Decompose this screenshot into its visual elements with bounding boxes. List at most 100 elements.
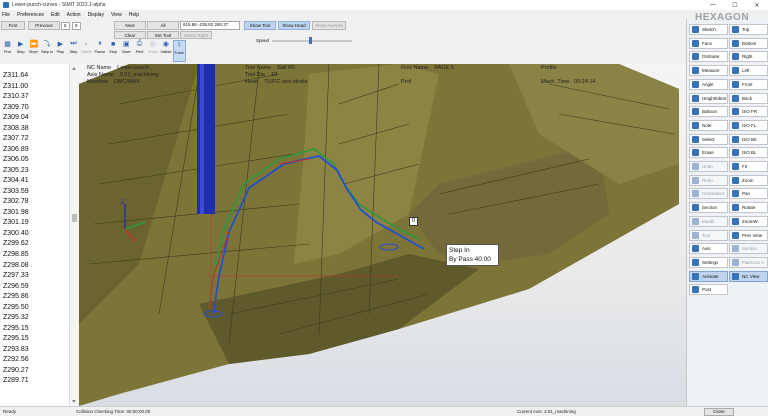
- list-item[interactable]: Z301.98: [3, 209, 29, 216]
- tool-step-in-button[interactable]: ⤵ Step In: [41, 40, 54, 62]
- list-item[interactable]: Z306.89: [3, 146, 29, 153]
- list-item[interactable]: Z311.64: [3, 72, 28, 79]
- tool-save-button[interactable]: ▣ Save: [120, 40, 133, 62]
- close-window-button[interactable]: ✕: [746, 0, 768, 10]
- show-head-button[interactable]: Show Head: [278, 21, 310, 30]
- speed-slider-thumb[interactable]: [308, 37, 312, 44]
- left-view-button[interactable]: Left: [729, 65, 768, 77]
- show-axes-button[interactable]: Show Axes/Hi: [312, 21, 346, 30]
- tool-print-button[interactable]: ⎙ Print: [133, 40, 146, 62]
- list-item[interactable]: Z299.62: [3, 240, 29, 247]
- ordinate-button[interactable]: Ordinate: [689, 51, 728, 63]
- list-item[interactable]: Z308.38: [3, 125, 29, 132]
- tool-pause-button[interactable]: ⏸ Pause: [93, 40, 106, 62]
- prev-view-button[interactable]: Prev View: [729, 229, 768, 241]
- menu-view[interactable]: View: [111, 11, 122, 19]
- list-item[interactable]: Z296.59: [3, 283, 29, 290]
- list-item[interactable]: Z295.15: [3, 325, 29, 332]
- list-item[interactable]: Z300.40: [3, 230, 29, 237]
- right-view-button[interactable]: Right: [729, 51, 768, 63]
- menu-help[interactable]: Help: [129, 11, 139, 19]
- next-button[interactable]: Next: [114, 21, 146, 30]
- menu-display[interactable]: Display: [88, 11, 104, 19]
- list-item[interactable]: Z295.86: [3, 293, 29, 300]
- section-button[interactable]: Section: [689, 202, 728, 214]
- scroll-down-icon[interactable]: [72, 400, 76, 403]
- set-tool-button[interactable]: Set Tool: [147, 31, 179, 39]
- tool-trace-button[interactable]: ⌇ Trace: [172, 40, 186, 62]
- bottom-view-button[interactable]: Bottom: [729, 37, 768, 49]
- tool-play-button[interactable]: ▶ Play: [54, 40, 67, 62]
- list-item[interactable]: Z301.19: [3, 219, 29, 226]
- erase-button[interactable]: Erase: [689, 147, 728, 159]
- step-value-field[interactable]: 6: [61, 22, 70, 30]
- scroll-up-icon[interactable]: [72, 67, 76, 70]
- list-item[interactable]: Z297.33: [3, 272, 29, 279]
- maximize-button[interactable]: ☐: [724, 0, 746, 10]
- list-item[interactable]: Z289.71: [3, 377, 29, 384]
- previous-button[interactable]: Previous: [28, 21, 60, 30]
- section-view-button[interactable]: Section: [729, 243, 768, 255]
- close-button[interactable]: Close: [704, 408, 734, 416]
- first-button[interactable]: First: [1, 21, 25, 30]
- rotate-button[interactable]: Rotate: [729, 202, 768, 214]
- tool-show-button[interactable]: ◎ Show: [146, 40, 159, 62]
- iso-fr-button[interactable]: ISO FR: [729, 106, 768, 118]
- tool-visible-button[interactable]: ◉ Visible: [159, 40, 172, 62]
- nc-view-button[interactable]: NC View: [729, 270, 768, 282]
- menu-edit[interactable]: Edit: [51, 11, 60, 19]
- flat-curve-button[interactable]: Flat/Curv A: [729, 256, 768, 268]
- list-item[interactable]: Z303.59: [3, 188, 29, 195]
- redo-button[interactable]: Redo: [689, 174, 728, 186]
- list-item[interactable]: Z309.04: [3, 114, 29, 121]
- front-view-button[interactable]: Front: [729, 78, 768, 90]
- list-item[interactable]: Z306.05: [3, 156, 29, 163]
- list-item[interactable]: Z304.41: [3, 177, 29, 184]
- axis-button[interactable]: Axis: [689, 243, 728, 255]
- iso-fl-button[interactable]: ISO FL: [729, 119, 768, 131]
- list-item[interactable]: Z309.70: [3, 104, 29, 111]
- 3d-viewport[interactable]: Z NC Name Lower-punch Axis Name 3.01_mac…: [79, 64, 686, 406]
- iso-bl-button[interactable]: ISO BL: [729, 147, 768, 159]
- model-button[interactable]: Model: [689, 215, 728, 227]
- list-item[interactable]: Z292.56: [3, 356, 29, 363]
- measure-button[interactable]: Measure: [689, 65, 728, 77]
- tool-stop-button[interactable]: ■ Stop: [107, 40, 120, 62]
- note-button[interactable]: Note: [689, 119, 728, 131]
- animate-button[interactable]: Animate: [689, 270, 728, 282]
- step-total-field[interactable]: 8: [72, 22, 81, 30]
- list-item[interactable]: Z302.78: [3, 198, 29, 205]
- list-item[interactable]: Z310.37: [3, 93, 29, 100]
- list-item[interactable]: Z295.50: [3, 304, 29, 311]
- coordinates-field[interactable]: 615.86 -235.82 280.27: [180, 21, 240, 30]
- list-item[interactable]: Z293.83: [3, 346, 29, 353]
- height-button[interactable]: Height/Ident: [689, 92, 728, 104]
- pan-button[interactable]: Pan: [729, 188, 768, 200]
- tool-step-plus-button[interactable]: ⏩ Step+: [27, 40, 40, 62]
- settings-button[interactable]: Settings: [689, 256, 728, 268]
- list-item[interactable]: Z307.72: [3, 135, 29, 142]
- z-value-list[interactable]: Z311.64 Z311.00 Z310.37 Z309.70 Z309.04 Z308.…: [0, 64, 78, 406]
- show-tool-button[interactable]: Show Tool: [244, 21, 276, 30]
- list-item[interactable]: Z295.15: [3, 335, 29, 342]
- zoom-window-button[interactable]: ZoomW: [729, 215, 768, 227]
- face-button[interactable]: Face: [689, 37, 728, 49]
- tool-step-forward-button[interactable]: ⏭ Step: [67, 40, 80, 62]
- list-item[interactable]: Z311.00: [3, 83, 28, 90]
- select-right-button[interactable]: Select Right: [180, 31, 212, 39]
- list-item[interactable]: Z295.32: [3, 314, 29, 321]
- minimize-button[interactable]: —: [702, 0, 724, 10]
- tool-stroke-button[interactable]: ◐ Stroke: [80, 40, 93, 62]
- post-button[interactable]: Post: [689, 284, 728, 296]
- all-button[interactable]: All: [147, 21, 179, 30]
- select-button[interactable]: Select: [689, 133, 728, 145]
- fit-button[interactable]: Fit: [729, 161, 768, 172]
- menu-file[interactable]: File: [2, 11, 10, 19]
- top-view-button[interactable]: Top: [729, 24, 768, 35]
- sketch-button[interactable]: Sketch: [689, 24, 728, 35]
- clear-button[interactable]: Clear: [114, 31, 146, 39]
- list-item[interactable]: Z290.27: [3, 367, 29, 374]
- tool-step-button[interactable]: ▶ Step: [14, 40, 27, 62]
- zoom-button[interactable]: Zoom: [729, 174, 768, 186]
- list-item[interactable]: Z298.08: [3, 262, 29, 269]
